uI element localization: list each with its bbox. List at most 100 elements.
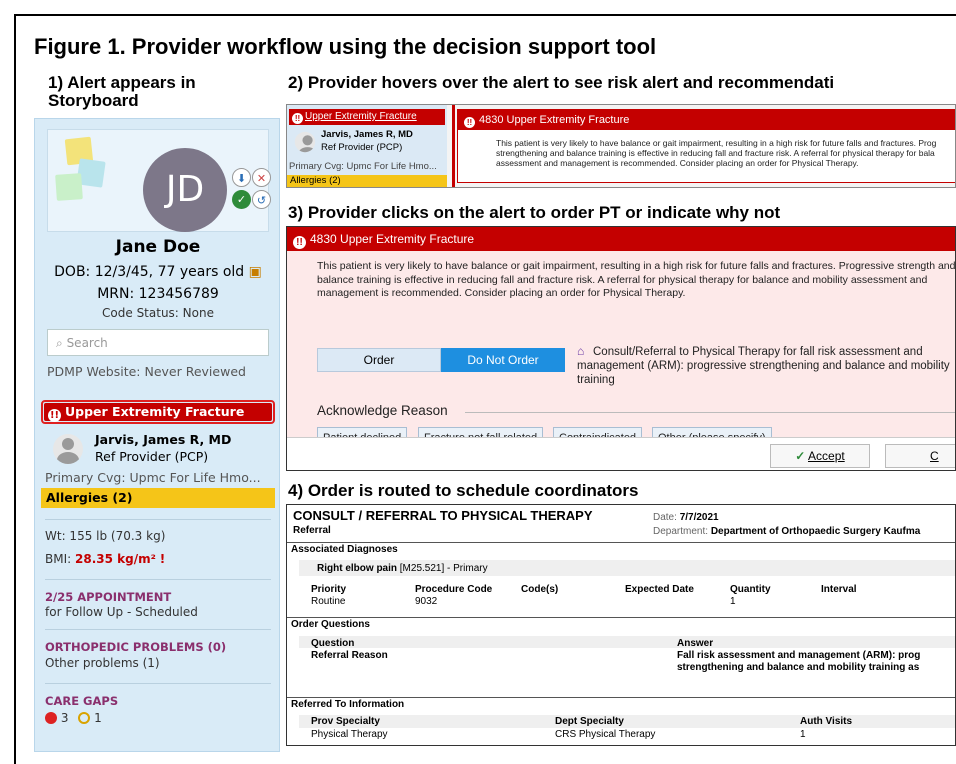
accept-button[interactable]: ✓ Accept [770, 444, 870, 468]
val-dept-specialty: CRS Physical Therapy [555, 729, 656, 740]
alert-link-text: Upper Extremity Fracture [305, 111, 417, 122]
provider-name[interactable]: Jarvis, James R, MD [95, 432, 231, 447]
pdmp-status[interactable]: PDMP Website: Never Reviewed [47, 364, 246, 379]
question-col: Question [311, 638, 355, 649]
divider [45, 629, 271, 630]
provider-avatar [53, 434, 83, 464]
order-department: Department: Department of Orthopaedic Su… [653, 526, 920, 537]
house-icon: ⌂ [577, 344, 585, 358]
patient-avatar: JD [143, 148, 227, 232]
refresh-icon[interactable]: ↺ [252, 190, 271, 209]
birthday-cake-icon: ▣ [248, 264, 262, 280]
dialog-title: !! 4830 Upper Extremity Fracture [287, 227, 955, 251]
provider-role: Ref Provider (PCP) [95, 449, 209, 464]
alert-label: Upper Extremity Fracture [65, 404, 245, 419]
questions-header-bg [299, 636, 955, 648]
upper-extremity-fracture-alert[interactable]: !! Upper Extremity Fracture [41, 400, 275, 424]
alert-popup: !! 4830 Upper Extremity Fracture This pat… [457, 109, 955, 183]
dept-value: Department of Orthopaedic Surgery Kaufma [710, 526, 921, 537]
acknowledge-reason-label: Acknowledge Reason [317, 403, 448, 418]
popup-line: This patient is very likely to have bala… [496, 138, 937, 148]
col-procedure-code: Procedure Code [415, 584, 493, 595]
provider-name: Jarvis, James R, MD [321, 129, 413, 140]
col-interval: Interval [821, 584, 857, 595]
mini-storyboard: !! Upper Extremity Fracture Jarvis, James… [287, 105, 447, 187]
popup-line: strengthening and balance training is ef… [496, 148, 935, 158]
val-prov-specialty: Physical Therapy [311, 729, 388, 740]
alert-icon: !! [48, 409, 61, 422]
search-input[interactable]: ⌕ Search [47, 329, 269, 356]
col-codes: Code(s) [521, 584, 559, 595]
figure-title: Figure 1. Provider workflow using the de… [34, 34, 657, 59]
order-subtitle: Referral [293, 525, 331, 536]
search-placeholder: Search [66, 336, 108, 350]
cancel-button[interactable]: C [885, 444, 955, 468]
order-questions-heading: Order Questions [291, 619, 370, 630]
bmi: BMI: 28.35 kg/m² ! [45, 552, 165, 566]
no-meds-icon[interactable]: ✕ [252, 168, 271, 187]
step3-heading: 3) Provider clicks on the alert to order… [288, 203, 781, 222]
order-title: CONSULT / REFERRAL TO PHYSICAL THERAPY [293, 508, 593, 523]
search-icon: ⌕ [56, 336, 63, 350]
appointment-heading[interactable]: 2/25 APPOINTMENT [45, 590, 171, 604]
diagnosis-name: Right elbow pain [317, 563, 397, 574]
answer-line: strengthening and balance and mobility t… [677, 662, 920, 673]
val-procedure-code: 9032 [415, 596, 438, 607]
do-not-order-button[interactable]: Do Not Order [441, 348, 565, 372]
patient-mrn: MRN: 123456789 [97, 286, 219, 302]
patient-name: Jane Doe [115, 237, 201, 257]
col-auth-visits: Auth Visits [800, 716, 853, 727]
step4-heading: 4) Order is routed to schedule coordinat… [288, 481, 639, 500]
patient-dob: DOB: 12/3/45, 77 years old ▣ [35, 264, 279, 280]
clock-icon [78, 712, 91, 724]
answer-col: Answer [677, 638, 714, 649]
sticky-note-icon[interactable] [55, 173, 83, 201]
consult-referral-option[interactable]: ⌂ Consult/Referral to Physical Therapy fo… [577, 344, 955, 387]
step1-line2: Storyboard [48, 91, 139, 110]
col-expected-date: Expected Date [625, 584, 694, 595]
associated-diagnoses-heading: Associated Diagnoses [291, 544, 398, 555]
step1-line1: 1) Alert appears in [48, 73, 196, 92]
val-priority: Routine [311, 596, 346, 607]
dialog-title-text: 4830 Upper Extremity Fracture [310, 232, 475, 246]
alert-icon: !! [464, 117, 475, 128]
care-gaps-heading[interactable]: CARE GAPS [45, 694, 118, 708]
popup-title-text: 4830 Upper Extremity Fracture [479, 114, 630, 126]
weight: Wt: 155 lb (70.3 kg) [45, 529, 166, 543]
val-auth-visits: 1 [800, 729, 806, 740]
accept-label: Accept [808, 449, 845, 463]
alert-banner[interactable]: !! Upper Extremity Fracture [44, 403, 272, 422]
referral-order: CONSULT / REFERRAL TO PHYSICAL THERAPY R… [286, 504, 956, 746]
order-button[interactable]: Order [317, 348, 441, 372]
red-gap-count: 3 [60, 711, 69, 725]
popup-body: This patient is very likely to have bala… [458, 130, 955, 168]
appointment-detail: for Follow Up - Scheduled [45, 605, 198, 619]
check-icon: ✓ [795, 449, 806, 463]
val-quantity: 1 [730, 596, 736, 607]
step1-heading: 1) Alert appears in Storyboard [48, 74, 196, 110]
alert-icon: !! [293, 236, 306, 249]
allergies-banner[interactable]: Allergies (2) [41, 488, 275, 508]
popup-connector [452, 105, 455, 187]
check-icon[interactable]: ✓ [232, 190, 251, 209]
date-label: Date: [653, 512, 677, 523]
question-text: Referral Reason [311, 650, 388, 661]
dept-label: Department: [653, 526, 709, 537]
orthopedic-problems-heading[interactable]: ORTHOPEDIC PROBLEMS (0) [45, 640, 226, 654]
code-status: Code Status: None [102, 306, 214, 320]
alert-icon: !! [292, 113, 303, 124]
col-priority: Priority [311, 584, 347, 595]
consult-text: Consult/Referral to Physical Therapy for… [577, 346, 950, 386]
coverage[interactable]: Primary Cvg: Upmc For Life Hmo... [45, 470, 261, 485]
alert-link[interactable]: !! Upper Extremity Fracture [289, 109, 445, 125]
other-problems[interactable]: Other problems (1) [45, 656, 160, 670]
referred-header-bg [299, 715, 955, 728]
answer-line: Fall risk assessment and management (ARM… [677, 650, 921, 661]
care-gaps-counts[interactable]: 3 1 [45, 711, 102, 725]
divider [287, 697, 955, 698]
red-gap-icon [45, 712, 57, 724]
download-icon[interactable]: ⬇ [232, 168, 251, 187]
coverage: Primary Cvg: Upmc For Life Hmo... [289, 161, 437, 172]
bmi-flag-icon: ! [159, 552, 166, 566]
bmi-value: 28.35 kg/m² [75, 552, 156, 566]
